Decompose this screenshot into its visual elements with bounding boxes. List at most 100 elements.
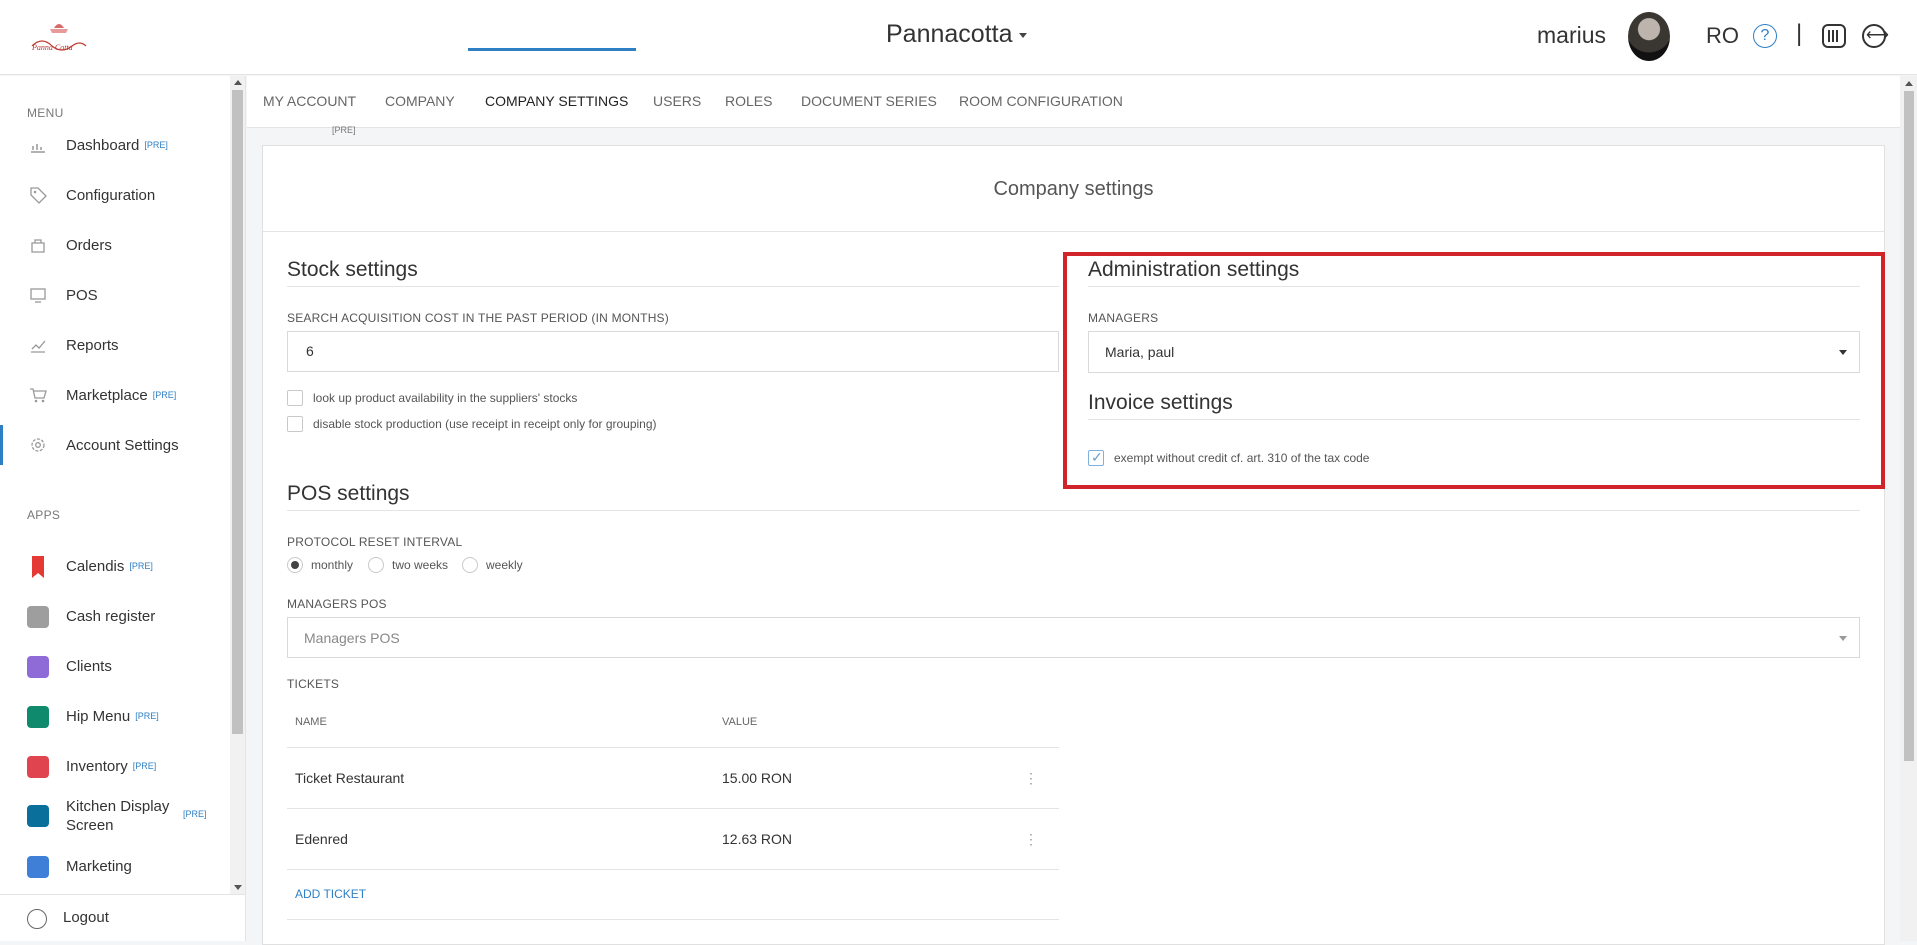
tab-document-series[interactable]: DOCUMENT SERIES: [801, 93, 937, 109]
stock-settings-title: Stock settings: [287, 258, 418, 281]
radio-dot: [368, 557, 384, 573]
more-options-icon[interactable]: [1024, 831, 1038, 848]
sidebar-item-clients[interactable]: Clients: [0, 646, 230, 686]
pre-badge: [PRE]: [144, 139, 168, 150]
divider: [287, 747, 1059, 748]
add-ticket-button[interactable]: ADD TICKET: [295, 887, 366, 901]
main-scroll-thumb[interactable]: [1904, 91, 1914, 761]
intercom-icon[interactable]: [1822, 24, 1846, 48]
help-icon[interactable]: ?: [1753, 24, 1777, 48]
clients-icon: [27, 656, 49, 678]
exempt-without-credit-checkbox[interactable]: exempt without credit cf. art. 310 of th…: [1088, 449, 1369, 466]
scroll-down-icon[interactable]: [234, 885, 242, 890]
sidebar-item-label: Marketplace: [66, 386, 148, 404]
sidebar-item-label: Reports: [66, 336, 119, 354]
active-tab-indicator: [468, 48, 636, 51]
scroll-up-icon[interactable]: [1905, 81, 1913, 86]
managers-select[interactable]: Maria, paul: [1088, 331, 1860, 373]
pos-settings-title: POS settings: [287, 482, 410, 505]
lookup-availability-checkbox[interactable]: look up product availability in the supp…: [287, 390, 577, 406]
disable-stock-production-checkbox[interactable]: disable stock production (use receipt in…: [287, 416, 657, 432]
sidebar-item-label: Dashboard: [66, 136, 140, 154]
managers-label: MANAGERS: [1088, 311, 1159, 325]
marketing-icon: [27, 856, 49, 878]
sidebar-item-label: POS: [66, 286, 98, 304]
more-options-icon[interactable]: [1024, 770, 1038, 787]
sidebar-item-label: Calendis: [66, 557, 125, 575]
radio-two-weeks[interactable]: two weeks: [368, 557, 448, 573]
radio-label: monthly: [311, 558, 354, 572]
sidebar-item-hip-menu[interactable]: Hip Menu [PRE]: [0, 696, 230, 736]
sidebar-scroll-thumb[interactable]: [232, 90, 243, 734]
chevron-down-icon: [1839, 350, 1847, 355]
divider: [287, 808, 1059, 809]
sidebar-item-account-settings[interactable]: Account Settings: [0, 425, 230, 465]
sidebar-scrollbar[interactable]: [230, 76, 245, 894]
dashboard-icon: [29, 136, 47, 154]
cash-register-icon: [27, 606, 49, 628]
sidebar-item-orders[interactable]: Orders: [0, 225, 230, 265]
sidebar-item-label: Orders: [66, 236, 112, 254]
sidebar-item-inventory[interactable]: Inventory [PRE]: [0, 746, 230, 786]
tab-users[interactable]: USERS: [653, 93, 701, 109]
pre-badge: [PRE]: [152, 389, 177, 400]
username[interactable]: marius: [1537, 22, 1606, 49]
checkbox-box: [287, 390, 303, 406]
language-switcher[interactable]: RO: [1706, 23, 1739, 49]
managers-pos-select[interactable]: Managers POS: [287, 617, 1860, 658]
logout-button[interactable]: Logout: [0, 894, 246, 941]
tag-icon: [29, 186, 47, 204]
sidebar-item-marketplace[interactable]: Marketplace [PRE]: [0, 375, 230, 415]
main-scrollbar[interactable]: [1900, 76, 1917, 941]
sidebar-item-calendis[interactable]: Calendis [PRE]: [0, 546, 230, 586]
radio-monthly[interactable]: monthly: [287, 557, 353, 573]
orders-icon: [29, 236, 47, 254]
avatar[interactable]: [1628, 12, 1670, 61]
sidebar-item-dashboard[interactable]: Dashboard [PRE]: [0, 125, 230, 165]
pre-badge: [PRE]: [132, 760, 157, 771]
teamviewer-icon[interactable]: [1862, 24, 1889, 48]
menu-section-title: MENU: [27, 106, 64, 120]
tab-company-settings[interactable]: COMPANY SETTINGS: [485, 93, 628, 109]
apps-section-title: APPS: [27, 508, 61, 522]
tab-my-account[interactable]: MY ACCOUNT: [263, 93, 356, 109]
tab-company[interactable]: COMPANY: [385, 93, 455, 109]
hip-menu-icon: [27, 706, 49, 728]
sidebar-item-label: Clients: [66, 657, 112, 675]
divider: [287, 510, 1860, 511]
tab-roles[interactable]: ROLES: [725, 93, 772, 109]
tab-room-configuration[interactable]: ROOM CONFIGURATION: [959, 93, 1123, 109]
administration-settings-title: Administration settings: [1088, 258, 1300, 281]
checkbox-label: look up product availability in the supp…: [313, 391, 578, 405]
sidebar-item-pos[interactable]: POS: [0, 275, 230, 315]
scroll-up-icon[interactable]: [234, 80, 242, 85]
ticket-name: Ticket Restaurant: [295, 770, 405, 786]
divider: [287, 286, 1059, 287]
company-name: Pannacotta: [886, 20, 1013, 48]
checkbox-label: disable stock production (use receipt in…: [313, 417, 657, 431]
radio-weekly[interactable]: weekly: [462, 557, 523, 573]
search-acquisition-input[interactable]: 6: [287, 331, 1059, 372]
calendis-icon: [31, 556, 45, 578]
checkbox-box: [1088, 449, 1104, 466]
chevron-down-icon: [1839, 636, 1847, 641]
sidebar-item-configuration[interactable]: Configuration: [0, 175, 230, 215]
reports-icon: [29, 336, 47, 354]
settings-tabs: MY ACCOUNT COMPANY COMPANY SETTINGS USER…: [247, 76, 1900, 128]
ticket-value: 15.00 RON: [722, 770, 793, 786]
tickets-label: TICKETS: [287, 677, 340, 691]
sidebar-item-cash-register[interactable]: Cash register: [0, 596, 230, 636]
sidebar-item-marketing[interactable]: Marketing: [0, 846, 230, 886]
sidebar-item-label: Cash register: [66, 607, 156, 625]
protocol-reset-label: PROTOCOL RESET INTERVAL: [287, 535, 463, 549]
pre-badge: [PRE]: [129, 560, 153, 571]
pannacotta-logo[interactable]: Panna Cotta: [28, 18, 90, 54]
sidebar-item-kitchen-display[interactable]: Kitchen Display Screen [PRE]: [0, 792, 230, 840]
company-switcher[interactable]: Pannacotta: [886, 20, 1027, 49]
sidebar-item-reports[interactable]: Reports: [0, 325, 230, 365]
logout-icon: [27, 909, 47, 929]
checkbox-box: [287, 416, 303, 432]
managers-pos-label: MANAGERS POS: [287, 597, 387, 611]
pos-icon: [29, 286, 47, 304]
sidebar-item-label: Inventory: [66, 757, 128, 775]
